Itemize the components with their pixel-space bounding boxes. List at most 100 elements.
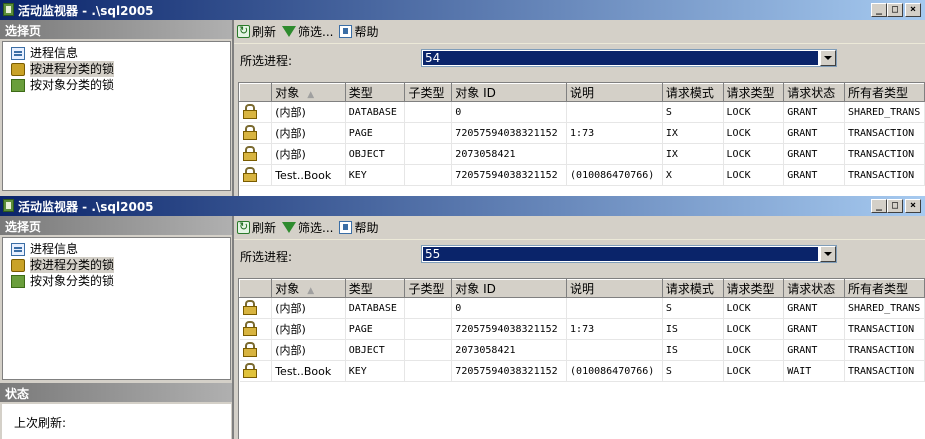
lock-icon: [242, 300, 257, 315]
column-header[interactable]: 请求类型: [722, 279, 785, 298]
refresh-icon: [237, 24, 250, 38]
locks-table: 对象 ▲ 类型 子类型 对象 ID 说明 请求模式 请求类型 请求状态 所有者类型: [239, 279, 925, 382]
column-header[interactable]: 对象 ID: [451, 83, 568, 102]
table-row[interactable]: Test..Book KEY 72057594038321152 (010086…: [239, 164, 925, 186]
column-header[interactable]: 请求类型: [722, 83, 785, 102]
table-cell: (内部): [271, 122, 346, 144]
column-header[interactable]: 所有者类型: [843, 83, 925, 102]
row-icon-cell: [239, 318, 273, 340]
table-cell: TRANSACTION: [844, 360, 925, 382]
column-header-object[interactable]: 对象 ▲: [271, 279, 346, 298]
table-cell: OBJECT: [345, 143, 406, 165]
left-panel: 选择页 进程信息 按进程分类的锁 按对象分类的锁: [0, 20, 233, 191]
table-cell: (内部): [271, 318, 346, 340]
table-cell: LOCK: [723, 101, 785, 123]
table-header-row: 对象 ▲ 类型 子类型 对象 ID 说明 请求模式 请求类型 请求状态 所有者类型: [239, 279, 925, 298]
table-row[interactable]: (内部) DATABASE 0 S LOCK GRANT SHARED_TRAN…: [239, 297, 925, 319]
table-cell: [404, 101, 453, 123]
row-icon-cell: [239, 360, 273, 382]
minimize-button[interactable]: _: [871, 3, 887, 17]
table-row[interactable]: (内部) OBJECT 2073058421 IX LOCK GRANT TRA…: [239, 143, 925, 165]
nav-item-label: 按对象分类的锁: [30, 78, 115, 92]
table-cell: 72057594038321152: [451, 318, 568, 340]
nav-item-locks-by-process[interactable]: 按进程分类的锁: [3, 61, 230, 77]
filter-label: 筛选...: [298, 25, 334, 39]
table-cell: WAIT: [783, 360, 845, 382]
locks-grid[interactable]: 对象 ▲ 类型 子类型 对象 ID 说明 请求模式 请求类型 请求状态 所有者类型: [238, 278, 925, 439]
table-row[interactable]: (内部) PAGE 72057594038321152 1:73 IX LOCK…: [239, 122, 925, 144]
nav-item-locks-by-object[interactable]: 按对象分类的锁: [3, 77, 230, 93]
minimize-button[interactable]: _: [871, 199, 887, 213]
help-button[interactable]: 帮助: [339, 218, 378, 238]
row-icon-cell: [239, 101, 273, 123]
nav-item-label: 进程信息: [30, 46, 79, 60]
column-header[interactable]: 子类型: [404, 83, 453, 102]
table-cell: Test..Book: [271, 360, 346, 382]
selected-process-value: 54: [423, 51, 818, 65]
table-row[interactable]: (内部) PAGE 72057594038321152 1:73 IS LOCK…: [239, 318, 925, 340]
last-refresh-label: 上次刷新:: [14, 416, 67, 430]
table-cell: (内部): [271, 101, 346, 123]
nav-item-process-info[interactable]: 进程信息: [3, 45, 230, 61]
refresh-button[interactable]: 刷新: [237, 218, 276, 238]
title-bar[interactable]: 活动监视器 - .\sql2005 _ □ ×: [0, 0, 925, 20]
nav-item-label: 进程信息: [30, 242, 79, 256]
table-row[interactable]: Test..Book KEY 72057594038321152 (010086…: [239, 360, 925, 382]
nav-list: 进程信息 按进程分类的锁 按对象分类的锁: [2, 237, 231, 380]
maximize-button[interactable]: □: [887, 199, 903, 213]
refresh-button[interactable]: 刷新: [237, 22, 276, 42]
column-header[interactable]: 请求状态: [783, 83, 845, 102]
table-cell: SHARED_TRANS: [844, 101, 925, 123]
activity-monitor-window-2: 活动监视器 - .\sql2005 _ □ × 选择页 进程信息 按进程分类的锁…: [0, 196, 925, 439]
chevron-down-icon[interactable]: [820, 50, 836, 66]
nav-item-label: 按对象分类的锁: [30, 274, 115, 288]
app-icon: [3, 199, 14, 212]
table-row[interactable]: (内部) DATABASE 0 S LOCK GRANT SHARED_TRAN…: [239, 101, 925, 123]
table-cell: IS: [662, 339, 724, 361]
help-button[interactable]: 帮助: [339, 22, 378, 42]
nav-item-locks-by-process[interactable]: 按进程分类的锁: [3, 257, 230, 273]
splitter[interactable]: [232, 216, 234, 439]
nav-item-process-info[interactable]: 进程信息: [3, 241, 230, 257]
toolbar: 刷新 筛选... 帮助: [234, 216, 925, 240]
status-header: 状态: [0, 383, 233, 402]
column-header[interactable]: [239, 83, 273, 102]
table-cell: LOCK: [723, 339, 785, 361]
column-header[interactable]: 请求模式: [661, 279, 724, 298]
locks-grid[interactable]: 对象 ▲ 类型 子类型 对象 ID 说明 请求模式 请求类型 请求状态 所有者类型: [238, 82, 925, 196]
selected-process-dropdown[interactable]: 54: [421, 49, 837, 67]
splitter[interactable]: [232, 20, 234, 196]
column-header[interactable]: 子类型: [404, 279, 453, 298]
maximize-button[interactable]: □: [887, 3, 903, 17]
filter-button[interactable]: 筛选...: [282, 218, 333, 238]
column-header-object[interactable]: 对象 ▲: [271, 83, 346, 102]
column-header[interactable]: [239, 279, 273, 298]
chevron-down-icon[interactable]: [820, 246, 836, 262]
table-cell: GRANT: [783, 101, 845, 123]
column-header[interactable]: 说明: [566, 83, 663, 102]
column-header[interactable]: 对象 ID: [451, 279, 568, 298]
table-cell: S: [662, 101, 724, 123]
table-cell: [404, 164, 453, 186]
column-header[interactable]: 类型: [344, 279, 406, 298]
selected-process-dropdown[interactable]: 55: [421, 245, 837, 263]
close-button[interactable]: ×: [905, 3, 921, 17]
table-cell: OBJECT: [345, 339, 406, 361]
column-header[interactable]: 类型: [344, 83, 406, 102]
app-icon: [3, 3, 14, 16]
column-header[interactable]: 所有者类型: [843, 279, 925, 298]
table-cell: TRANSACTION: [844, 143, 925, 165]
column-header[interactable]: 说明: [566, 279, 663, 298]
filter-button[interactable]: 筛选...: [282, 22, 333, 42]
title-bar[interactable]: 活动监视器 - .\sql2005 _ □ ×: [0, 196, 925, 216]
lock-icon: [242, 167, 257, 182]
table-cell: IX: [662, 143, 724, 165]
nav-item-locks-by-object[interactable]: 按对象分类的锁: [3, 273, 230, 289]
table-row[interactable]: (内部) OBJECT 2073058421 IS LOCK GRANT TRA…: [239, 339, 925, 361]
selected-process-row: 所选进程: 55: [234, 240, 925, 266]
table-header-row: 对象 ▲ 类型 子类型 对象 ID 说明 请求模式 请求类型 请求状态 所有者类型: [239, 83, 925, 102]
table-cell: LOCK: [723, 297, 785, 319]
close-button[interactable]: ×: [905, 199, 921, 213]
column-header[interactable]: 请求状态: [783, 279, 845, 298]
column-header[interactable]: 请求模式: [661, 83, 724, 102]
